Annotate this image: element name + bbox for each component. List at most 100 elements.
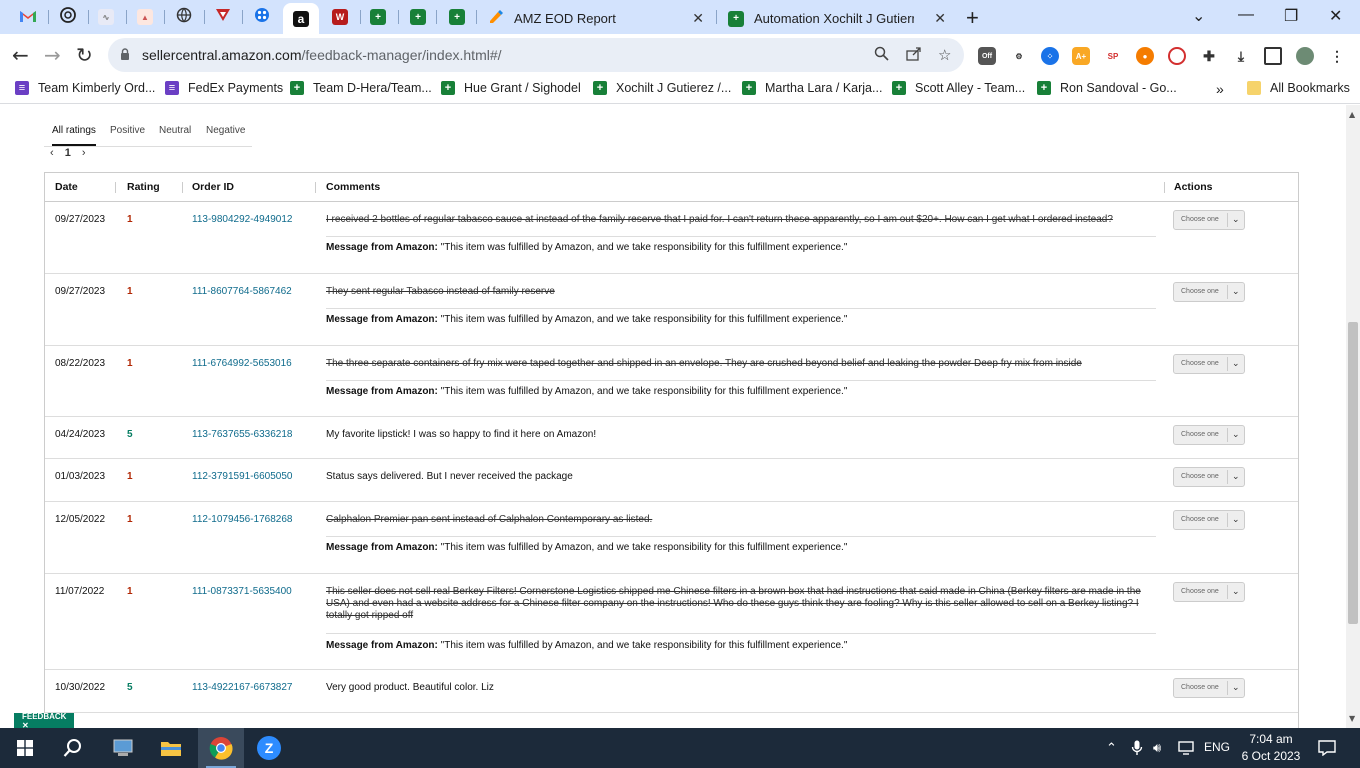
extensions-puzzle-icon[interactable]: ✚ <box>1200 47 1218 65</box>
download-icon[interactable]: ⤓ <box>1232 47 1250 65</box>
start-button[interactable] <box>8 728 42 768</box>
taskbar-chrome[interactable] <box>198 728 244 768</box>
bookmark-team-kimberly[interactable]: ≡ Team Kimberly Ord... <box>15 81 155 95</box>
prev-page-chevron-icon[interactable]: ‹ <box>50 147 54 159</box>
next-page-chevron-icon[interactable]: › <box>82 147 86 159</box>
chevron-down-icon: ⌄ <box>1232 682 1240 692</box>
bookmark-fedex-payments[interactable]: ≡ FedEx Payments <box>165 81 283 95</box>
order-id-link[interactable]: 113-7637655-6336218 <box>192 429 292 440</box>
pinned-tab-sheets-1[interactable]: + <box>364 5 392 29</box>
network-icon[interactable] <box>1178 740 1196 758</box>
order-id-link[interactable]: 112-3791591-6605050 <box>192 471 292 482</box>
extension-off-icon[interactable]: Off <box>978 47 996 65</box>
pinned-tab-globe[interactable] <box>170 5 198 29</box>
pinned-tab-sheets-3[interactable]: + <box>443 5 471 29</box>
order-id-link[interactable]: 111-8607764-5867462 <box>192 286 292 297</box>
tab-search-chevron-icon[interactable]: ⌄ <box>1192 6 1205 26</box>
pinned-tab-grid[interactable] <box>248 5 276 29</box>
bookmark-martha-lara[interactable]: + Martha Lara / Karja... <box>742 81 882 95</box>
pinned-tab-gmail[interactable] <box>14 5 42 29</box>
close-icon[interactable]: ✕ <box>692 10 704 27</box>
microphone-icon[interactable] <box>1131 740 1143 759</box>
new-tab-button[interactable]: + <box>966 5 979 31</box>
order-id-link[interactable]: 113-9804292-4949012 <box>192 214 292 225</box>
speaker-icon[interactable]: 🔊︎ <box>1153 740 1161 756</box>
tool-icon: ∿ <box>98 9 114 25</box>
order-id-link[interactable]: 113-4922167-6673827 <box>192 682 292 693</box>
tab-negative[interactable]: Negative <box>206 125 245 136</box>
bookmark-hue-grant[interactable]: + Hue Grant / Sighodel <box>441 81 581 95</box>
avatar[interactable] <box>1296 47 1314 65</box>
taskbar-computer[interactable] <box>106 728 140 768</box>
share-icon[interactable] <box>906 46 922 65</box>
pinned-tab-tool-2[interactable]: ▲ <box>131 5 159 29</box>
minimize-button[interactable]: — <box>1238 6 1254 24</box>
page-number[interactable]: 1 <box>65 147 71 159</box>
action-select[interactable]: Choose one ⌄ <box>1173 467 1245 487</box>
feedback-tab-button[interactable]: FEEDBACK ✕ <box>14 712 74 730</box>
bookmark-team-d-hera[interactable]: + Team D-Hera/Team... <box>290 81 432 95</box>
amazon-msg-label: Message from Amazon: <box>326 242 438 253</box>
tab-neutral[interactable]: Neutral <box>159 125 191 136</box>
action-select[interactable]: Choose one ⌄ <box>1173 210 1245 230</box>
order-id-link[interactable]: 111-6764992-5653016 <box>192 358 292 369</box>
pinned-tab-w[interactable]: W <box>326 5 354 29</box>
action-select[interactable]: Choose one ⌄ <box>1173 282 1245 302</box>
side-panel-icon[interactable] <box>1264 47 1282 65</box>
tab-amz-eod-report[interactable]: AMZ EOD Report ✕ <box>478 3 714 34</box>
forward-button[interactable]: → <box>44 43 61 67</box>
pinned-tab-sheets-2[interactable]: + <box>404 5 432 29</box>
order-id-link[interactable]: 112-1079456-1768268 <box>192 514 292 525</box>
tab-all-ratings[interactable]: All ratings <box>52 125 96 146</box>
extension-tool-icon[interactable]: ⚙ <box>1010 47 1028 65</box>
search-button[interactable] <box>56 728 90 768</box>
taskbar-file-explorer[interactable] <box>154 728 188 768</box>
scrollbar-thumb[interactable] <box>1348 322 1358 624</box>
taskbar-clock[interactable]: 7:04 am 6 Oct 2023 <box>1236 731 1306 765</box>
column-rating[interactable]: Rating <box>127 181 160 193</box>
column-date[interactable]: Date <box>55 181 78 193</box>
language-indicator[interactable]: ENG <box>1204 740 1230 754</box>
action-select[interactable]: Choose one ⌄ <box>1173 678 1245 698</box>
scroll-up-icon[interactable]: ▲ <box>1349 110 1355 119</box>
bookmark-xochilt[interactable]: + Xochilt J Gutierez /... <box>593 81 731 95</box>
extension-scout-icon[interactable]: A+ <box>1072 47 1090 65</box>
scroll-down-icon[interactable]: ▼ <box>1349 714 1355 723</box>
extension-pokeball-icon[interactable] <box>1168 47 1186 65</box>
taskbar-zoom[interactable]: Z <box>252 728 286 768</box>
pinned-tab-chatgpt[interactable] <box>54 5 82 29</box>
order-id-link[interactable]: 111-0873371-5635400 <box>192 586 292 597</box>
column-order-id[interactable]: Order ID <box>192 181 234 193</box>
bookmark-label: FedEx Payments <box>188 81 284 95</box>
extension-grid-icon[interactable]: ⁘ <box>1041 47 1059 65</box>
action-select[interactable]: Choose one ⌄ <box>1173 582 1245 602</box>
close-window-button[interactable]: ✕ <box>1329 6 1342 26</box>
tray-overflow-chevron-icon[interactable]: ⌃ <box>1106 740 1117 756</box>
action-select[interactable]: Choose one ⌄ <box>1173 510 1245 530</box>
row-date: 08/22/2023 <box>55 358 106 369</box>
menu-kebab-icon[interactable]: ⋮ <box>1328 47 1346 65</box>
action-select[interactable]: Choose one ⌄ <box>1173 425 1245 445</box>
bookmark-star-icon[interactable]: ☆ <box>938 46 951 64</box>
extension-orange-icon[interactable]: ● <box>1136 47 1154 65</box>
zoom-icon[interactable] <box>874 46 889 65</box>
notifications-icon[interactable] <box>1318 740 1336 759</box>
tab-automation-sheet[interactable]: + Automation Xochilt J Gutierrez ( ✕ <box>718 3 956 34</box>
bookmark-scott-alley[interactable]: + Scott Alley - Team... <box>892 81 1025 95</box>
restore-button[interactable]: ❐ <box>1284 6 1298 26</box>
chrome-icon <box>209 737 233 760</box>
address-bar[interactable]: sellercentral.amazon.com/feedback-manage… <box>108 38 964 72</box>
tab-positive[interactable]: Positive <box>110 125 145 136</box>
action-select[interactable]: Choose one ⌄ <box>1173 354 1245 374</box>
bookmark-ron-sandoval[interactable]: + Ron Sandoval - Go... <box>1037 81 1177 95</box>
extension-alert-icon[interactable]: SP <box>1104 47 1122 65</box>
back-button[interactable]: ← <box>12 43 29 67</box>
pinned-tab-tool-1[interactable]: ∿ <box>92 5 120 29</box>
reload-button[interactable]: ↻ <box>76 43 93 67</box>
pinned-tab-v[interactable] <box>209 5 237 29</box>
amazon-message: Message from Amazon: "This item was fulf… <box>326 542 847 553</box>
close-icon[interactable]: ✕ <box>934 10 946 27</box>
all-bookmarks-button[interactable]: All Bookmarks <box>1247 81 1350 95</box>
pinned-tab-amazon-active[interactable]: a <box>283 3 319 34</box>
more-bookmarks-button[interactable]: » <box>1216 81 1224 97</box>
